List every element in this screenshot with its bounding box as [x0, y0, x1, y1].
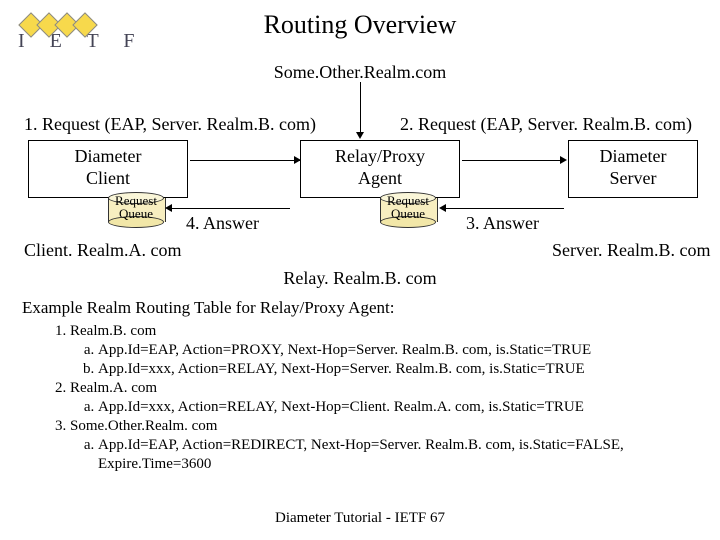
relay-queue-icon: Request Queue: [380, 192, 436, 228]
arrowhead-right-icon: [560, 156, 567, 164]
page-title: Routing Overview: [0, 10, 720, 40]
arrowhead-left-icon: [165, 204, 172, 212]
relay-fqdn: Relay. Realm.B. com: [0, 268, 720, 289]
route-rule: App.Id=xxx, Action=RELAY, Next-Hop=Serve…: [98, 360, 700, 379]
route-rule: App.Id=EAP, Action=PROXY, Next-Hop=Serve…: [98, 341, 700, 360]
arrowhead-left-icon: [439, 204, 446, 212]
routing-table: Realm.B. com App.Id=EAP, Action=PROXY, N…: [50, 322, 700, 474]
arrow-ans3: [444, 208, 564, 209]
top-realm-label: Some.Other.Realm.com: [0, 62, 720, 83]
arrow-req2: [462, 160, 562, 161]
answer-3-label: 3. Answer: [466, 213, 539, 234]
node-label: Diameter Client: [75, 146, 142, 188]
request-2-label: 2. Request (EAP, Server. Realm.B. com): [400, 114, 692, 135]
request-1-label: 1. Request (EAP, Server. Realm.B. com): [24, 114, 316, 135]
arrowhead-down-icon: [356, 132, 364, 139]
arrowhead-right-icon: [294, 156, 301, 164]
relay-proxy-node: Relay/Proxy Agent: [300, 140, 460, 198]
arrow-req1: [190, 160, 300, 161]
answer-4-label: 4. Answer: [186, 213, 259, 234]
footer: Diameter Tutorial - IETF 67: [0, 510, 720, 527]
queue-label: Request Queue: [378, 194, 438, 220]
client-queue-icon: Request Queue: [108, 192, 164, 228]
queue-label: Request Queue: [106, 194, 166, 220]
route-realm-3: Some.Other.Realm. com App.Id=EAP, Action…: [70, 417, 700, 474]
routing-table-header: Example Realm Routing Table for Relay/Pr…: [22, 298, 394, 318]
server-fqdn: Server. Realm.B. com: [552, 240, 710, 261]
diameter-server-node: Diameter Server: [568, 140, 698, 198]
diameter-client-node: Diameter Client: [28, 140, 188, 198]
route-rule: App.Id=EAP, Action=REDIRECT, Next-Hop=Se…: [98, 436, 700, 474]
node-label: Relay/Proxy Agent: [335, 146, 425, 188]
route-realm-1: Realm.B. com App.Id=EAP, Action=PROXY, N…: [70, 322, 700, 379]
route-realm-2: Realm.A. com App.Id=xxx, Action=RELAY, N…: [70, 379, 700, 417]
arrow-topdown: [360, 82, 361, 134]
arrow-ans4: [170, 208, 290, 209]
route-rule: App.Id=xxx, Action=RELAY, Next-Hop=Clien…: [98, 398, 700, 417]
client-fqdn: Client. Realm.A. com: [24, 240, 181, 261]
node-label: Diameter Server: [600, 146, 667, 188]
